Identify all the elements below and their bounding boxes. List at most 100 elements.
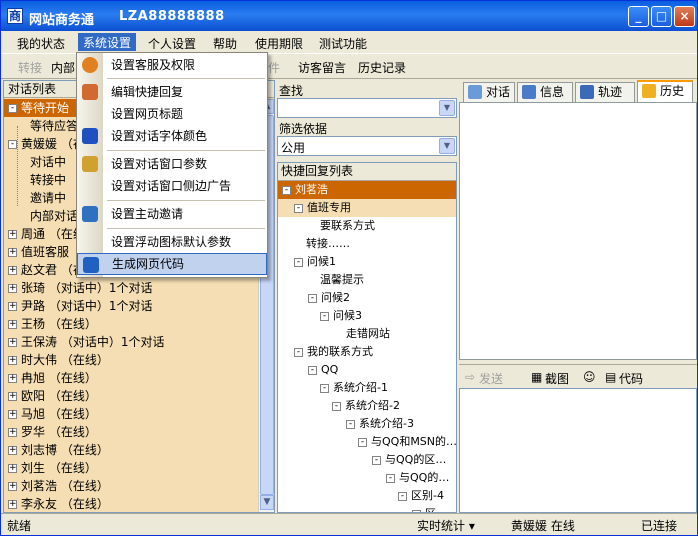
scroll-down-icon[interactable]: ▼	[260, 495, 274, 510]
quick-reply-node[interactable]: 温馨提示	[320, 271, 364, 289]
menu-personal-settings[interactable]: 个人设置	[148, 35, 196, 52]
conversation-list-item[interactable]: + 张琦 （对话中）1个对话	[8, 279, 152, 297]
quick-reply-node[interactable]: - 值班专用	[294, 199, 351, 217]
conversation-list-item[interactable]: + 刘志博 （在线）	[8, 441, 109, 459]
collapse-icon[interactable]: -	[8, 140, 17, 149]
collapse-icon[interactable]: -	[358, 437, 367, 447]
expand-icon[interactable]: +	[8, 284, 17, 293]
chevron-down-icon[interactable]: ▼	[439, 100, 455, 116]
conversation-list-item[interactable]: 转接中	[30, 171, 66, 189]
chat-input[interactable]	[459, 388, 697, 513]
filter-select[interactable]: 公用 ▼	[277, 136, 457, 156]
quick-reply-node[interactable]: - 问候1	[294, 253, 336, 271]
quick-reply-node[interactable]: - QQ	[308, 361, 338, 379]
menu-system-settings[interactable]: 系统设置	[78, 33, 137, 51]
expand-icon[interactable]: +	[8, 374, 17, 383]
expand-icon[interactable]: +	[8, 302, 17, 311]
collapse-icon[interactable]: -	[320, 311, 329, 321]
quick-reply-node[interactable]: 走错网站	[346, 325, 390, 343]
visitor-message-button[interactable]: 访客留言	[298, 59, 346, 76]
collapse-icon[interactable]: -	[308, 293, 317, 303]
conversation-list-item[interactable]: + 刘生 （在线）	[8, 459, 97, 477]
minimize-button[interactable]: _	[628, 6, 649, 27]
menu-item-generate-code[interactable]: 生成网页代码	[77, 253, 267, 275]
menu-item-active-invite[interactable]: 设置主动邀请	[77, 203, 267, 225]
send-button[interactable]: 发送	[479, 370, 503, 387]
internal-button[interactable]: 内部	[51, 59, 75, 76]
history-record-button[interactable]: 历史记录	[358, 59, 406, 76]
quick-reply-node[interactable]: - 与QQ的…	[386, 469, 449, 487]
expand-icon[interactable]: +	[8, 500, 17, 509]
conversation-list-item[interactable]: + 时大伟 （在线）	[8, 351, 109, 369]
conversation-list-item[interactable]: 等待应答	[30, 117, 78, 135]
maximize-button[interactable]: □	[651, 6, 672, 27]
collapse-icon[interactable]: -	[294, 257, 303, 267]
expand-icon[interactable]: +	[8, 410, 17, 419]
quick-reply-node[interactable]: - 系统介绍-3	[346, 415, 414, 433]
menu-item-page-title[interactable]: 设置网页标题	[77, 103, 267, 125]
expand-icon[interactable]: +	[8, 320, 17, 329]
collapse-icon[interactable]: -	[294, 347, 303, 357]
collapse-icon[interactable]: -	[372, 455, 381, 465]
collapse-icon[interactable]: -	[332, 401, 341, 411]
conversation-list-item[interactable]: + 值班客服	[8, 243, 69, 261]
collapse-icon[interactable]: -	[8, 104, 17, 113]
menu-item-float-icon[interactable]: 设置浮动图标默认参数	[77, 231, 267, 253]
collapse-icon[interactable]: -	[346, 419, 355, 429]
expand-icon[interactable]: +	[8, 356, 17, 365]
expand-icon[interactable]: +	[8, 428, 17, 437]
quick-reply-node[interactable]: - 刘茗浩	[282, 181, 328, 199]
menu-item-staff-permissions[interactable]: 设置客服及权限	[77, 54, 267, 76]
menu-usage-period[interactable]: 使用期限	[255, 35, 303, 52]
screenshot-button[interactable]: 截图	[545, 370, 569, 387]
tab-history[interactable]: 历史	[637, 80, 693, 102]
menu-item-quick-reply[interactable]: 编辑快捷回复	[77, 81, 267, 103]
tab-info[interactable]: 信息	[517, 82, 573, 102]
expand-icon[interactable]: +	[8, 230, 17, 239]
expand-icon[interactable]: +	[8, 482, 17, 491]
tab-chat[interactable]: 对话	[463, 82, 515, 102]
conversation-list-item[interactable]: + 罗华 （在线）	[8, 423, 97, 441]
conversation-list-item[interactable]: + 尹路 （对话中）1个对话	[8, 297, 152, 315]
collapse-icon[interactable]: -	[282, 185, 291, 195]
expand-icon[interactable]: +	[8, 392, 17, 401]
conversation-list-item[interactable]: + 马旭 （在线）	[8, 405, 97, 423]
quick-reply-node[interactable]: - 系统介绍-1	[320, 379, 388, 397]
quick-reply-node[interactable]: - 与QQ的区…	[372, 451, 446, 469]
conversation-list-item[interactable]: + 王杨 （在线）	[8, 315, 97, 333]
expand-icon[interactable]: +	[8, 446, 17, 455]
collapse-icon[interactable]: -	[386, 473, 395, 483]
expand-icon[interactable]: +	[8, 266, 17, 275]
menu-item-side-ad[interactable]: 设置对话窗口侧边广告	[77, 175, 267, 197]
conversation-list-item[interactable]: - 黄媛媛 （在	[8, 135, 85, 153]
quick-reply-node[interactable]: - 问候2	[308, 289, 350, 307]
quick-reply-node[interactable]: - 我的联系方式	[294, 343, 373, 361]
search-input[interactable]: ▼	[277, 98, 457, 118]
conversation-list-item[interactable]: + 欧阳 （在线）	[8, 387, 97, 405]
quick-reply-node[interactable]: - 与QQ和MSN的…	[358, 433, 456, 451]
conversation-list-item[interactable]: + 刘茗浩 （在线）	[8, 477, 109, 495]
quick-reply-node[interactable]: 转接……	[306, 235, 350, 253]
code-button[interactable]: 代码	[619, 370, 643, 387]
menu-item-font-color[interactable]: 设置对话字体颜色	[77, 125, 267, 147]
tab-track[interactable]: 轨迹	[575, 82, 635, 102]
collapse-icon[interactable]: -	[398, 491, 407, 501]
conversation-list-item[interactable]: 对话中	[30, 153, 66, 171]
conversation-list-item[interactable]: + 李永友 （在线）	[8, 495, 109, 512]
chevron-down-icon[interactable]: ▼	[439, 138, 455, 154]
conversation-list-item[interactable]: + 周通 （在线	[8, 225, 85, 243]
transfer-button[interactable]: 转接	[18, 59, 42, 76]
menu-test-features[interactable]: 测试功能	[319, 35, 367, 52]
chat-display-area[interactable]	[459, 102, 697, 360]
quick-reply-node[interactable]: -区…	[412, 505, 447, 512]
quick-reply-node[interactable]: - 系统介绍-2	[332, 397, 400, 415]
menu-item-window-params[interactable]: 设置对话窗口参数	[77, 153, 267, 175]
menu-help[interactable]: 帮助	[213, 35, 237, 52]
conversation-list-item[interactable]: + 冉旭 （在线）	[8, 369, 97, 387]
file-button[interactable]: 件	[268, 59, 280, 76]
conversation-list-item[interactable]: + 王保涛 （对话中）1个对话	[8, 333, 164, 351]
quick-reply-node[interactable]: 要联系方式	[320, 217, 375, 235]
expand-icon[interactable]: +	[8, 338, 17, 347]
expand-icon[interactable]: +	[8, 248, 17, 257]
conversation-list-item[interactable]: 邀请中	[30, 189, 66, 207]
